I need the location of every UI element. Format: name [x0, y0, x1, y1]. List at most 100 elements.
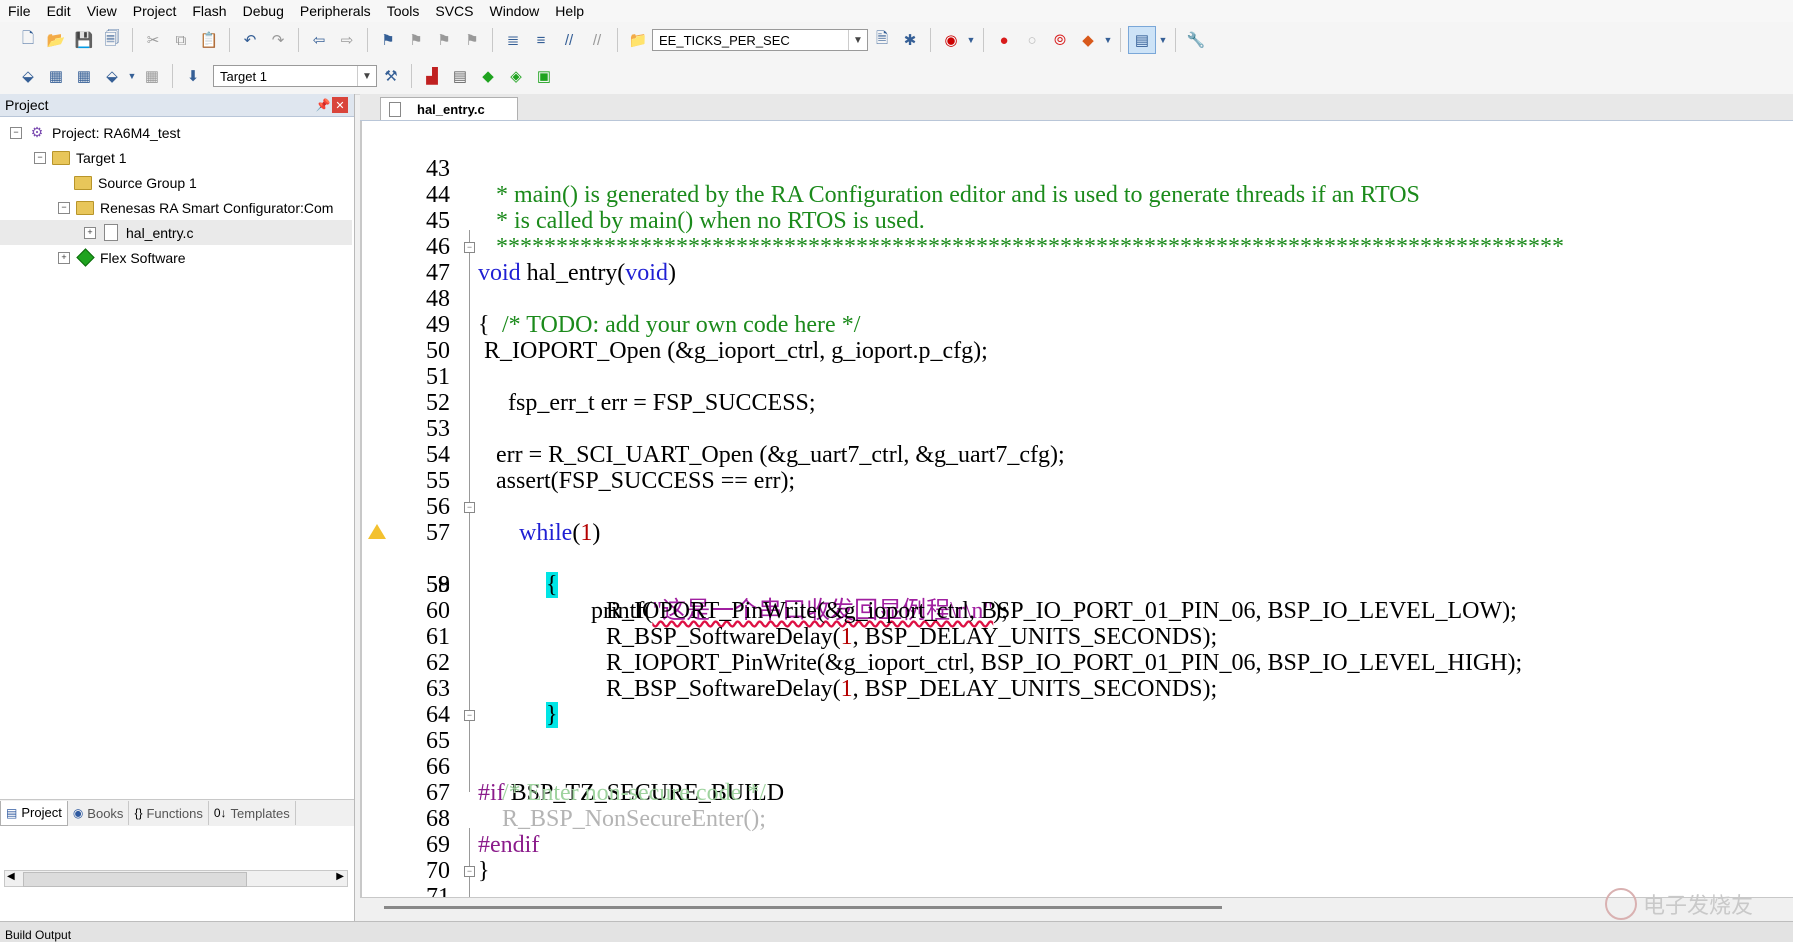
expand-icon[interactable]: + [84, 226, 96, 239]
build-icon[interactable]: ▦ [43, 63, 69, 89]
collapse-icon[interactable]: − [34, 151, 46, 164]
paste-icon[interactable]: 📋 [196, 27, 222, 53]
new-file-icon[interactable]: 🗋 [15, 27, 41, 53]
uncomment-icon[interactable]: // [584, 27, 610, 53]
select-packs-icon[interactable]: ▣ [531, 63, 557, 89]
scrollbar-thumb[interactable] [23, 872, 247, 887]
tree-item-project[interactable]: − ⚙ Project: RA6M4_test [0, 120, 352, 145]
find-icon[interactable]: 🗎 [869, 27, 895, 53]
cut-icon[interactable]: ✂ [140, 27, 166, 53]
tab-templates[interactable]: 0↓ Templates [209, 801, 296, 825]
save-icon[interactable]: 💾 [71, 27, 97, 53]
clear-bookmarks-icon[interactable]: ⚑ [459, 27, 485, 53]
menu-debug[interactable]: Debug [235, 0, 292, 22]
toolbar-separator [132, 28, 133, 52]
scroll-right-icon[interactable]: ▶ [336, 871, 344, 882]
code-line: 44 * is called by main() when no RTOS is… [362, 156, 1793, 234]
tab-functions[interactable]: {} Functions [129, 801, 209, 825]
code-line: 62 R_BSP_SoftwareDelay(1, BSP_DELAY_UNIT… [362, 624, 1793, 702]
scroll-left-icon[interactable]: ◀ [7, 871, 15, 882]
chevron-down-icon[interactable]: ▼ [848, 30, 867, 50]
target-select[interactable]: Target 1 ▼ [213, 65, 377, 87]
run-time-environment-icon[interactable]: ◆ [475, 63, 501, 89]
menu-help[interactable]: Help [547, 0, 592, 22]
file-extensions-icon[interactable]: ▤ [447, 63, 473, 89]
disable-all-breakpoints-icon[interactable]: ◆ [1075, 27, 1101, 53]
menu-project[interactable]: Project [125, 0, 185, 22]
download-icon[interactable]: ⬇ [180, 63, 206, 89]
chevron-down-icon[interactable]: ▼ [966, 27, 976, 53]
menu-svcs[interactable]: SVCS [427, 0, 481, 22]
code-line: 48 /* TODO: add your own code here */ [362, 260, 1793, 338]
translate-icon[interactable]: ⬙ [15, 63, 41, 89]
expand-icon[interactable]: + [58, 251, 70, 264]
copy-icon[interactable]: ⧉ [168, 27, 194, 53]
fold-collapse-icon[interactable]: − [464, 502, 475, 513]
comment-icon[interactable]: // [556, 27, 582, 53]
rebuild-icon[interactable]: ▦ [71, 63, 97, 89]
collapse-icon[interactable]: − [10, 126, 22, 139]
kill-breakpoints-icon[interactable]: ⦾ [1047, 27, 1073, 53]
configure-icon[interactable]: 🔧 [1183, 27, 1209, 53]
close-icon[interactable]: ✕ [332, 97, 348, 113]
open-file-icon[interactable]: 📂 [43, 27, 69, 53]
build-output-label[interactable]: Build Output [5, 928, 71, 942]
fold-collapse-icon[interactable]: − [464, 242, 475, 253]
target-select-value: Target 1 [220, 68, 267, 84]
tree-item-source-group[interactable]: Source Group 1 [0, 170, 352, 195]
tree-item-flex-software[interactable]: + Flex Software [0, 245, 352, 270]
menu-edit[interactable]: Edit [39, 0, 79, 22]
toolbar-separator [617, 28, 618, 52]
tree-item-target[interactable]: − Target 1 [0, 145, 352, 170]
indent-icon[interactable]: ≣ [500, 27, 526, 53]
next-bookmark-icon[interactable]: ⚑ [431, 27, 457, 53]
menu-tools[interactable]: Tools [379, 0, 428, 22]
navigate-back-icon[interactable]: ⇦ [306, 27, 332, 53]
pack-installer-icon[interactable]: ◈ [503, 63, 529, 89]
editor-tab-bar: hal_entry.c [360, 94, 1793, 121]
chevron-down-icon[interactable]: ▼ [127, 63, 137, 89]
batch-build-icon[interactable]: ⬙ [99, 63, 125, 89]
disable-breakpoint-icon[interactable]: ○ [1019, 27, 1045, 53]
code-editor[interactable]: 43 * main() is generated by the RA Confi… [360, 121, 1793, 897]
undo-icon[interactable]: ↶ [237, 27, 263, 53]
menu-window[interactable]: Window [482, 0, 548, 22]
stop-build-icon[interactable]: ▦ [139, 63, 165, 89]
menu-view[interactable]: View [79, 0, 125, 22]
menu-file[interactable]: File [0, 0, 39, 22]
chevron-down-icon[interactable]: ▼ [1158, 27, 1168, 53]
find-in-files-icon[interactable]: 📁 [625, 27, 651, 53]
collapse-icon[interactable]: − [58, 201, 70, 214]
code-line: 66 /* Enter non-secure code */ [362, 728, 1793, 806]
scrollbar-thumb[interactable] [384, 906, 1222, 909]
unindent-icon[interactable]: ≡ [528, 27, 554, 53]
target-options-icon[interactable]: ⚒ [378, 63, 404, 89]
chevron-down-icon[interactable]: ▼ [357, 66, 376, 86]
project-horizontal-scrollbar[interactable]: ◀ ▶ [4, 870, 348, 887]
pin-icon[interactable]: 📌 [314, 98, 332, 112]
incremental-find-icon[interactable]: ✱ [897, 27, 923, 53]
tab-books[interactable]: ◉ Books [68, 801, 130, 825]
fold-collapse-icon[interactable]: − [464, 866, 475, 877]
menu-flash[interactable]: Flash [184, 0, 234, 22]
prev-bookmark-icon[interactable]: ⚑ [403, 27, 429, 53]
debug-session-icon[interactable]: ◉ [938, 27, 964, 53]
redo-icon[interactable]: ↷ [265, 27, 291, 53]
tree-item-configurator[interactable]: − Renesas RA Smart Configurator:Com [0, 195, 352, 220]
window-layout-icon[interactable]: ▤ [1128, 26, 1156, 54]
diamond-icon [75, 248, 95, 267]
fold-collapse-icon[interactable]: − [464, 710, 475, 721]
define-search-combo[interactable]: EE_TICKS_PER_SEC ▼ [652, 29, 868, 51]
bookmark-icon[interactable]: ⚑ [375, 27, 401, 53]
warning-icon[interactable] [368, 524, 386, 539]
navigate-forward-icon[interactable]: ⇨ [334, 27, 360, 53]
menu-peripherals[interactable]: Peripherals [292, 0, 379, 22]
tab-hal-entry[interactable]: hal_entry.c [380, 97, 518, 120]
tree-item-hal-entry[interactable]: + hal_entry.c [0, 220, 352, 245]
editor-horizontal-scrollbar[interactable] [360, 897, 1793, 922]
breakpoint-icon[interactable]: ● [991, 27, 1017, 53]
save-all-icon[interactable]: 🗐 [99, 27, 125, 53]
tab-project[interactable]: ▤ Project [0, 800, 68, 826]
manage-components-icon[interactable]: ▟ [419, 63, 445, 89]
chevron-down-icon[interactable]: ▼ [1103, 27, 1113, 53]
